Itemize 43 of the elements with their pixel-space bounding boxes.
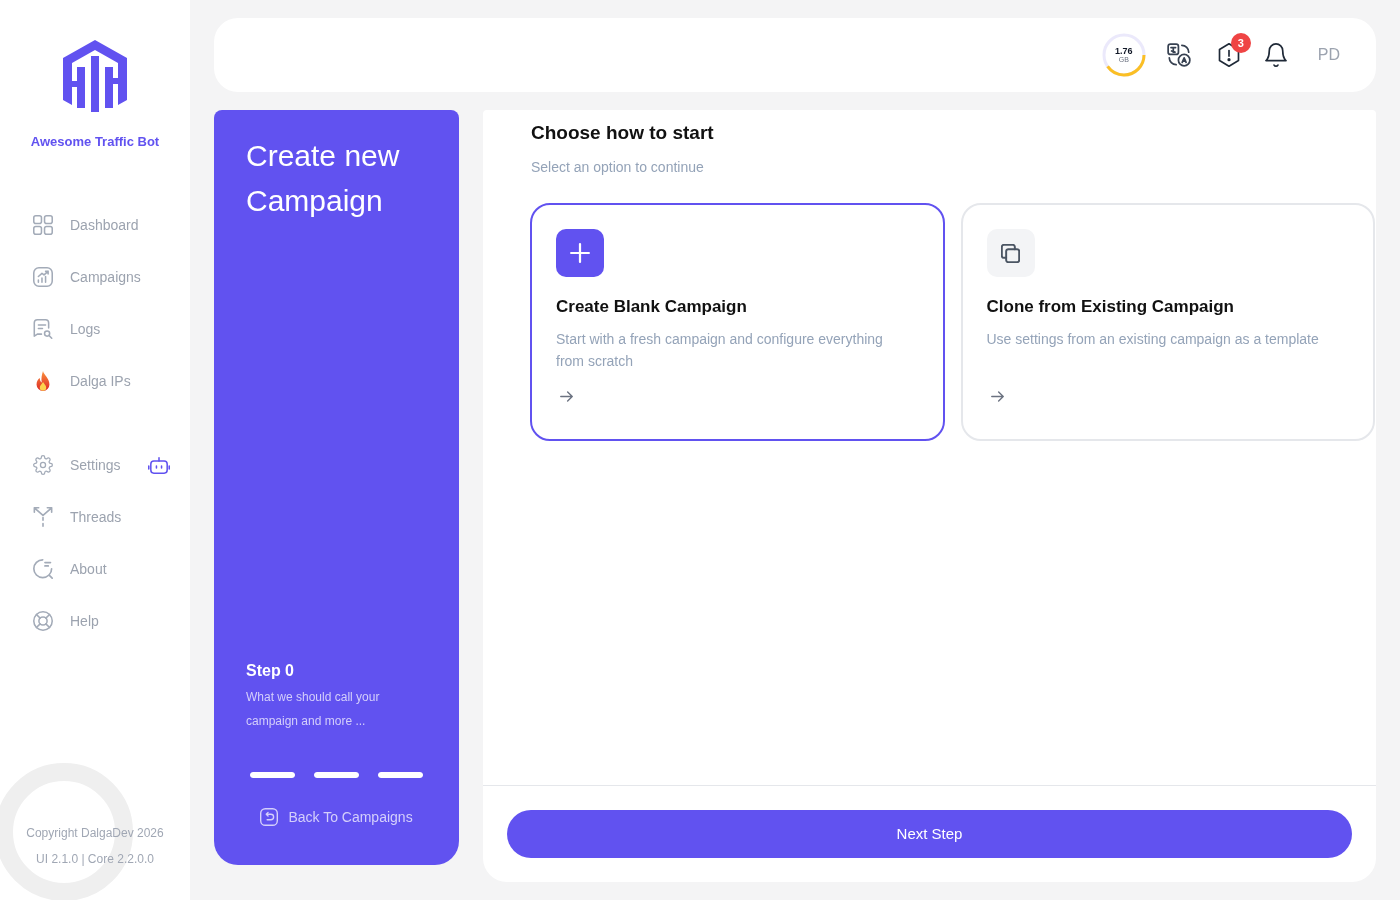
arrow-right-icon [560, 391, 573, 402]
lifebuoy-icon [33, 611, 53, 631]
copyright-text: Copyright DalgaDev 2026 [26, 825, 164, 842]
nav-item[interactable]: Settings [33, 455, 121, 475]
storage-value: 1.76 [1115, 46, 1133, 56]
nav-item[interactable]: Campaigns [33, 267, 141, 287]
nav-item[interactable]: Dashboard [33, 215, 139, 235]
step-description: What we should call your campaign and more ... [246, 689, 381, 730]
bell-icon[interactable] [1264, 43, 1287, 67]
translate-icon[interactable] [1166, 43, 1191, 67]
arrow-right-icon [990, 391, 1004, 402]
fork-icon [33, 507, 53, 527]
section-title: Choose how to start [530, 121, 715, 145]
brand-name: Awesome Traffic Bot [29, 134, 161, 150]
option-title: Create Blank Campaign [556, 296, 748, 318]
notification-badge: 3 [1230, 33, 1251, 53]
nav-item[interactable]: Threads [33, 507, 122, 527]
nav-item[interactable]: Help [33, 611, 99, 631]
return-icon [260, 808, 279, 826]
nav-item[interactable]: About [33, 559, 107, 579]
option-title: Clone from Existing Campaign [986, 296, 1235, 318]
nav-item[interactable]: Dalga IPs [33, 371, 131, 391]
step-label: Step 0 [246, 661, 295, 681]
wizard-title: Create new Campaign [246, 138, 401, 219]
settings-icon [33, 455, 53, 475]
version-text: UI 2.1.0 | Core 2.2.0.0 [36, 851, 154, 868]
next-step-button[interactable]: Next Step [507, 810, 1352, 858]
document-search-icon [33, 319, 53, 339]
user-initials[interactable]: PD [1317, 45, 1340, 65]
option-card[interactable]: Clone from Existing Campaign Use settings from an existing campaign as a template [960, 203, 1375, 441]
copy-icon [986, 229, 1035, 277]
plus-icon [556, 229, 604, 277]
hexagon-logo-icon [63, 40, 127, 112]
back-link[interactable]: Back To Campaigns [260, 807, 413, 827]
chart-icon [33, 267, 53, 287]
grid-icon [33, 215, 53, 235]
section-subtitle: Select an option to continue [530, 158, 705, 177]
option-description: Use settings from an existing campaign as a template [986, 330, 1320, 349]
option-description: Start with a fresh campaign and configure everything from scratch [556, 330, 884, 371]
option-card[interactable]: Create Blank Campaign Start with a fresh campaign and configure everything from scratch [530, 203, 945, 441]
nav-item[interactable]: Logs [33, 319, 101, 339]
robot-icon[interactable] [148, 456, 170, 474]
circle-lines-icon [33, 559, 53, 579]
